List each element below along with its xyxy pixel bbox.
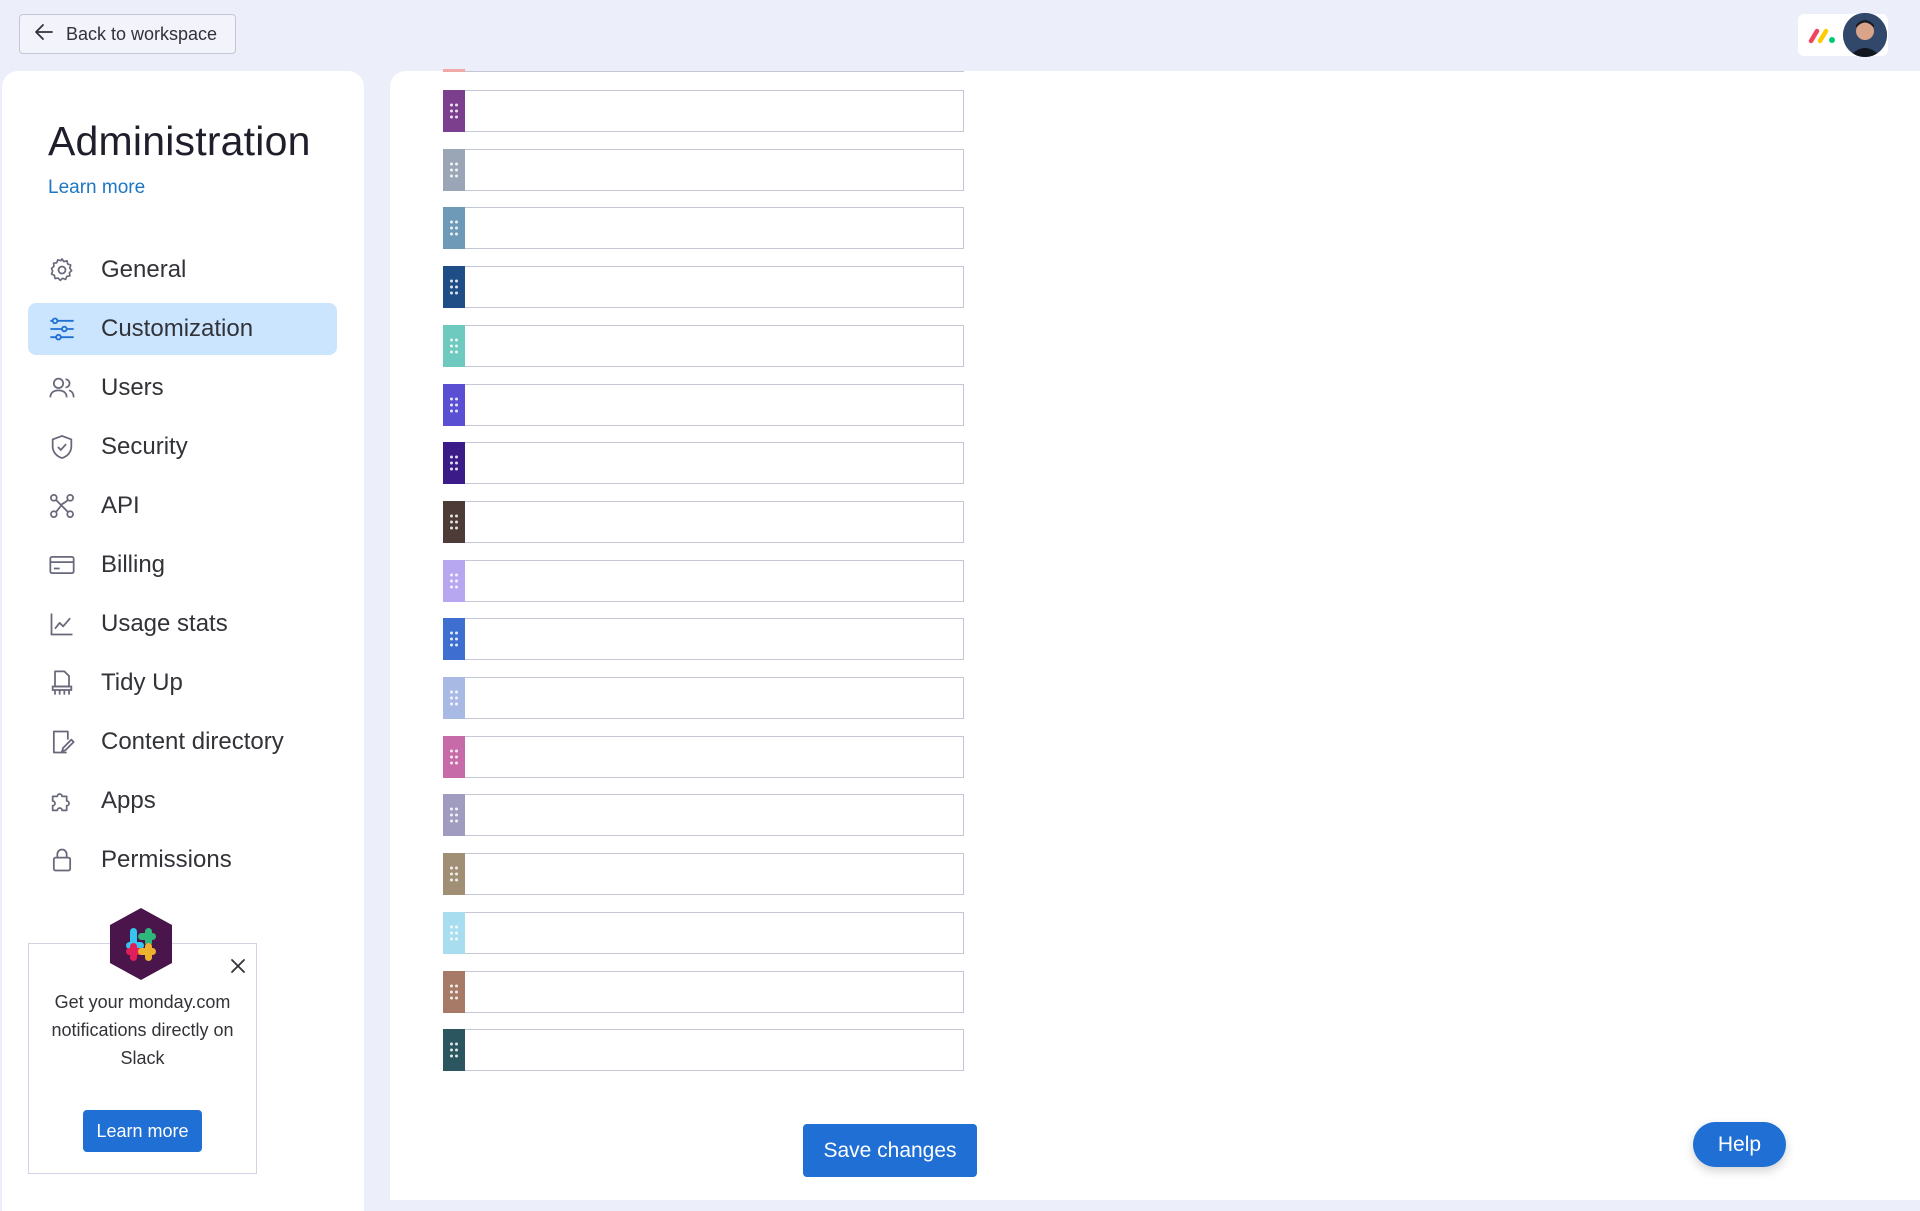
color-label-input[interactable] xyxy=(465,90,964,132)
drag-handle-icon[interactable] xyxy=(443,501,465,543)
color-label-row xyxy=(443,149,964,191)
sidebar-item-apps[interactable]: Apps xyxy=(28,775,337,827)
color-label-row xyxy=(443,677,964,719)
color-row-partial xyxy=(443,69,964,72)
sidebar-item-label: API xyxy=(101,492,140,519)
drag-handle-icon[interactable] xyxy=(443,90,465,132)
credit-card-icon xyxy=(48,551,76,579)
color-label-input[interactable] xyxy=(465,384,964,426)
sidebar-item-content-directory[interactable]: Content directory xyxy=(28,716,337,768)
color-label-row xyxy=(443,501,964,543)
color-label-input[interactable] xyxy=(465,560,964,602)
help-button[interactable]: Help xyxy=(1693,1122,1786,1167)
drag-handle-icon[interactable] xyxy=(443,384,465,426)
lock-icon xyxy=(48,846,76,874)
color-label-input[interactable] xyxy=(465,207,964,249)
document-edit-icon xyxy=(48,728,76,756)
user-avatar[interactable] xyxy=(1843,13,1887,57)
color-label-input[interactable] xyxy=(465,442,964,484)
color-label-row xyxy=(443,266,964,308)
sidebar-item-label: Apps xyxy=(101,787,156,814)
color-label-input[interactable] xyxy=(465,971,964,1013)
color-label-row xyxy=(443,442,964,484)
sidebar-item-label: Permissions xyxy=(101,846,232,873)
slack-promo-text: Get your monday.com notifications direct… xyxy=(51,992,234,1068)
color-label-input[interactable] xyxy=(465,736,964,778)
color-label-row xyxy=(443,853,964,895)
sidebar-item-security[interactable]: Security xyxy=(28,421,337,473)
drag-handle-icon[interactable] xyxy=(443,207,465,249)
save-changes-button[interactable]: Save changes xyxy=(803,1124,977,1177)
users-icon xyxy=(48,374,76,402)
color-label-input[interactable] xyxy=(465,1029,964,1071)
sidebar-item-customization[interactable]: Customization xyxy=(28,303,337,355)
drag-handle-icon[interactable] xyxy=(443,677,465,719)
puzzle-icon xyxy=(48,787,76,815)
arrow-left-icon xyxy=(32,20,56,49)
color-label-input[interactable] xyxy=(465,912,964,954)
drag-handle-icon[interactable] xyxy=(443,794,465,836)
drag-handle-icon[interactable] xyxy=(443,853,465,895)
shield-icon xyxy=(48,433,76,461)
sidebar-item-label: Content directory xyxy=(101,728,284,755)
color-label-row xyxy=(443,384,964,426)
color-label-input[interactable] xyxy=(465,677,964,719)
broom-icon xyxy=(48,669,76,697)
color-label-row xyxy=(443,618,964,660)
drag-handle-icon[interactable] xyxy=(443,971,465,1013)
sidebar-item-label: Tidy Up xyxy=(101,669,183,696)
drag-handle-icon[interactable] xyxy=(443,266,465,308)
sidebar-item-label: Usage stats xyxy=(101,610,228,637)
color-label-input[interactable] xyxy=(465,618,964,660)
drag-handle-icon[interactable] xyxy=(443,912,465,954)
sidebar-item-general[interactable]: General xyxy=(28,244,337,296)
drag-handle-icon[interactable] xyxy=(443,560,465,602)
sidebar-item-usage-stats[interactable]: Usage stats xyxy=(28,598,337,650)
drag-handle-icon[interactable] xyxy=(443,618,465,660)
sidebar-item-label: Customization xyxy=(101,315,254,342)
color-label-row xyxy=(443,794,964,836)
drag-handle-icon[interactable] xyxy=(443,149,465,191)
color-label-input[interactable] xyxy=(465,266,964,308)
slack-icon xyxy=(110,908,172,980)
sidebar-item-label: Security xyxy=(101,433,188,460)
color-label-row xyxy=(443,560,964,602)
color-label-row xyxy=(443,736,964,778)
chart-icon xyxy=(48,610,76,638)
drag-handle-icon[interactable] xyxy=(443,325,465,367)
gear-icon xyxy=(48,256,76,284)
color-label-row xyxy=(443,207,964,249)
sidebar-item-permissions[interactable]: Permissions xyxy=(28,834,337,886)
back-to-workspace-label: Back to workspace xyxy=(66,23,218,44)
sliders-icon xyxy=(48,315,76,343)
color-label-row xyxy=(443,325,964,367)
learn-more-link[interactable]: Learn more xyxy=(48,177,145,199)
back-to-workspace-button[interactable]: Back to workspace xyxy=(19,14,236,54)
drag-handle-icon[interactable] xyxy=(443,736,465,778)
drag-handle-icon[interactable] xyxy=(443,442,465,484)
color-label-row xyxy=(443,971,964,1013)
sidebar-item-api[interactable]: API xyxy=(28,480,337,532)
promo-learn-more-button[interactable]: Learn more xyxy=(83,1110,202,1152)
color-label-input[interactable] xyxy=(465,794,964,836)
color-label-input[interactable] xyxy=(465,325,964,367)
color-label-input[interactable] xyxy=(465,149,964,191)
color-label-row xyxy=(443,1029,964,1071)
sidebar-item-label: Billing xyxy=(101,551,166,578)
sidebar-item-label: Users xyxy=(101,374,164,401)
page-title: Administration xyxy=(48,118,311,164)
monday-logo-icon[interactable] xyxy=(1808,22,1838,48)
close-icon[interactable] xyxy=(228,956,248,976)
sidebar-item-label: General xyxy=(101,256,187,283)
color-label-row xyxy=(443,90,964,132)
sidebar-item-users[interactable]: Users xyxy=(28,362,337,414)
drag-handle-icon[interactable] xyxy=(443,1029,465,1071)
api-icon xyxy=(48,492,76,520)
color-label-row xyxy=(443,912,964,954)
sidebar-item-tidy-up[interactable]: Tidy Up xyxy=(28,657,337,709)
sidebar-item-billing[interactable]: Billing xyxy=(28,539,337,591)
color-label-input[interactable] xyxy=(465,501,964,543)
color-label-input[interactable] xyxy=(465,853,964,895)
